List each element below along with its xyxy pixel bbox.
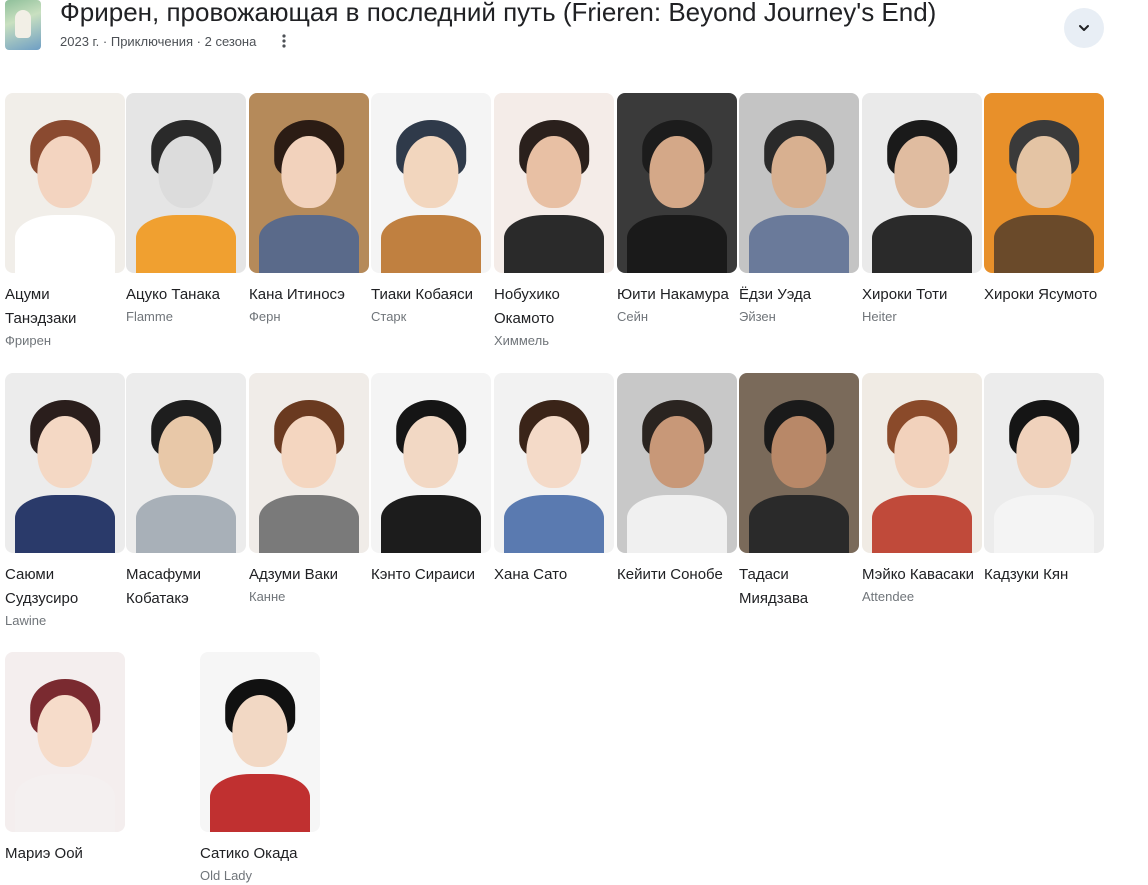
character-name: Old Lady xyxy=(200,868,253,883)
cast-photo[interactable] xyxy=(984,373,1104,553)
cast-photo[interactable] xyxy=(617,93,737,273)
cast-photo[interactable] xyxy=(5,93,125,273)
character-name: Старк xyxy=(371,309,407,324)
show-subtitle: 2023 г. · Приключения · 2 сезона xyxy=(60,34,257,49)
character-name: Attendee xyxy=(862,589,915,604)
cast-card[interactable]: Хана Сато xyxy=(494,373,614,588)
cast-card[interactable]: Мэйко Кавасаки Attendee xyxy=(862,373,982,606)
cast-card[interactable]: Хироки Тоти Heiter xyxy=(862,93,982,326)
cast-photo[interactable] xyxy=(494,373,614,553)
cast-card[interactable]: Ацуми Танэдзаки Фрирен xyxy=(5,93,125,350)
cast-photo[interactable] xyxy=(126,93,246,273)
cast-photo[interactable] xyxy=(862,93,982,273)
cast-name[interactable]: Мэйко Кавасаки xyxy=(862,563,982,587)
cast-photo[interactable] xyxy=(371,93,491,273)
cast-photo[interactable] xyxy=(249,373,369,553)
cast-name[interactable]: Кана Итиносэ xyxy=(249,283,369,307)
cast-name[interactable]: Юити Накамура xyxy=(617,283,737,307)
cast-photo[interactable] xyxy=(984,93,1104,273)
cast-card[interactable]: Кэнто Сираиси xyxy=(371,373,491,588)
show-thumbnail[interactable] xyxy=(5,0,41,50)
cast-card[interactable]: Кана Итиносэ Ферн xyxy=(249,93,369,326)
cast-name[interactable]: Ёдзи Уэда xyxy=(739,283,859,307)
character-name: Эйзен xyxy=(739,309,776,324)
cast-card[interactable]: Хироки Ясумото xyxy=(984,93,1104,308)
cast-photo[interactable] xyxy=(494,93,614,273)
cast-photo[interactable] xyxy=(5,652,125,832)
cast-name[interactable]: Саюми Судзусиро xyxy=(5,563,125,611)
cast-name[interactable]: Хироки Ясумото xyxy=(984,283,1104,307)
cast-photo[interactable] xyxy=(862,373,982,553)
cast-name[interactable]: Мариэ Оой xyxy=(5,842,125,866)
cast-card[interactable]: Сатико Окада Old Lady xyxy=(200,652,320,885)
cast-photo[interactable] xyxy=(371,373,491,553)
character-name: Heiter xyxy=(862,309,897,324)
cast-photo[interactable] xyxy=(5,373,125,553)
character-name: Сейн xyxy=(617,309,649,324)
cast-name[interactable]: Тиаки Кобаяси xyxy=(371,283,491,307)
cast-card[interactable]: Мариэ Оой xyxy=(5,652,125,867)
cast-card[interactable]: Кадзуки Кян xyxy=(984,373,1104,588)
character-name: Фрирен xyxy=(5,333,52,348)
cast-photo[interactable] xyxy=(126,373,246,553)
cast-card[interactable]: Нобухико Окамото Химмель xyxy=(494,93,614,350)
cast-card[interactable]: Адзуми Ваки Канне xyxy=(249,373,369,606)
character-name: Ферн xyxy=(249,309,281,324)
cast-photo[interactable] xyxy=(739,373,859,553)
show-title[interactable]: Фрирен, провожающая в последний путь (Fr… xyxy=(60,0,936,30)
cast-photo[interactable] xyxy=(739,93,859,273)
character-name: Lawine xyxy=(5,613,47,628)
cast-name[interactable]: Нобухико Окамото xyxy=(494,283,614,331)
cast-name[interactable]: Тадаси Миядзава xyxy=(739,563,859,611)
cast-card[interactable]: Ацуко Танака Flamme xyxy=(126,93,246,326)
cast-name[interactable]: Ацуко Танака xyxy=(126,283,246,307)
cast-card[interactable]: Кейити Сонобе xyxy=(617,373,737,588)
cast-name[interactable]: Сатико Окада xyxy=(200,842,320,866)
result-header: Фрирен, провожающая в последний путь (Fr… xyxy=(0,0,1148,62)
character-name: Канне xyxy=(249,589,286,604)
cast-card[interactable]: Ёдзи Уэда Эйзен xyxy=(739,93,859,326)
cast-name[interactable]: Масафуми Кобатакэ xyxy=(126,563,246,611)
cast-name[interactable]: Кейити Сонобе xyxy=(617,563,737,587)
more-vert-icon xyxy=(282,34,286,48)
cast-photo[interactable] xyxy=(617,373,737,553)
cast-card[interactable]: Юити Накамура Сейн xyxy=(617,93,737,326)
cast-card[interactable]: Тиаки Кобаяси Старк xyxy=(371,93,491,326)
cast-name[interactable]: Хана Сато xyxy=(494,563,614,587)
cast-name[interactable]: Ацуми Танэдзаки xyxy=(5,283,125,331)
cast-name[interactable]: Кэнто Сираиси xyxy=(371,563,491,587)
more-options-button[interactable] xyxy=(276,31,292,51)
character-name: Химмель xyxy=(494,333,549,348)
cast-name[interactable]: Кадзуки Кян xyxy=(984,563,1104,587)
cast-card[interactable]: Масафуми Кобатакэ xyxy=(126,373,246,612)
expand-button[interactable] xyxy=(1064,8,1104,48)
chevron-down-icon xyxy=(1079,25,1089,31)
cast-name[interactable]: Хироки Тоти xyxy=(862,283,982,307)
character-name: Flamme xyxy=(126,309,173,324)
cast-photo[interactable] xyxy=(249,93,369,273)
cast-card[interactable]: Саюми Судзусиро Lawine xyxy=(5,373,125,630)
cast-card[interactable]: Тадаси Миядзава xyxy=(739,373,859,612)
cast-photo[interactable] xyxy=(200,652,320,832)
cast-name[interactable]: Адзуми Ваки xyxy=(249,563,369,587)
